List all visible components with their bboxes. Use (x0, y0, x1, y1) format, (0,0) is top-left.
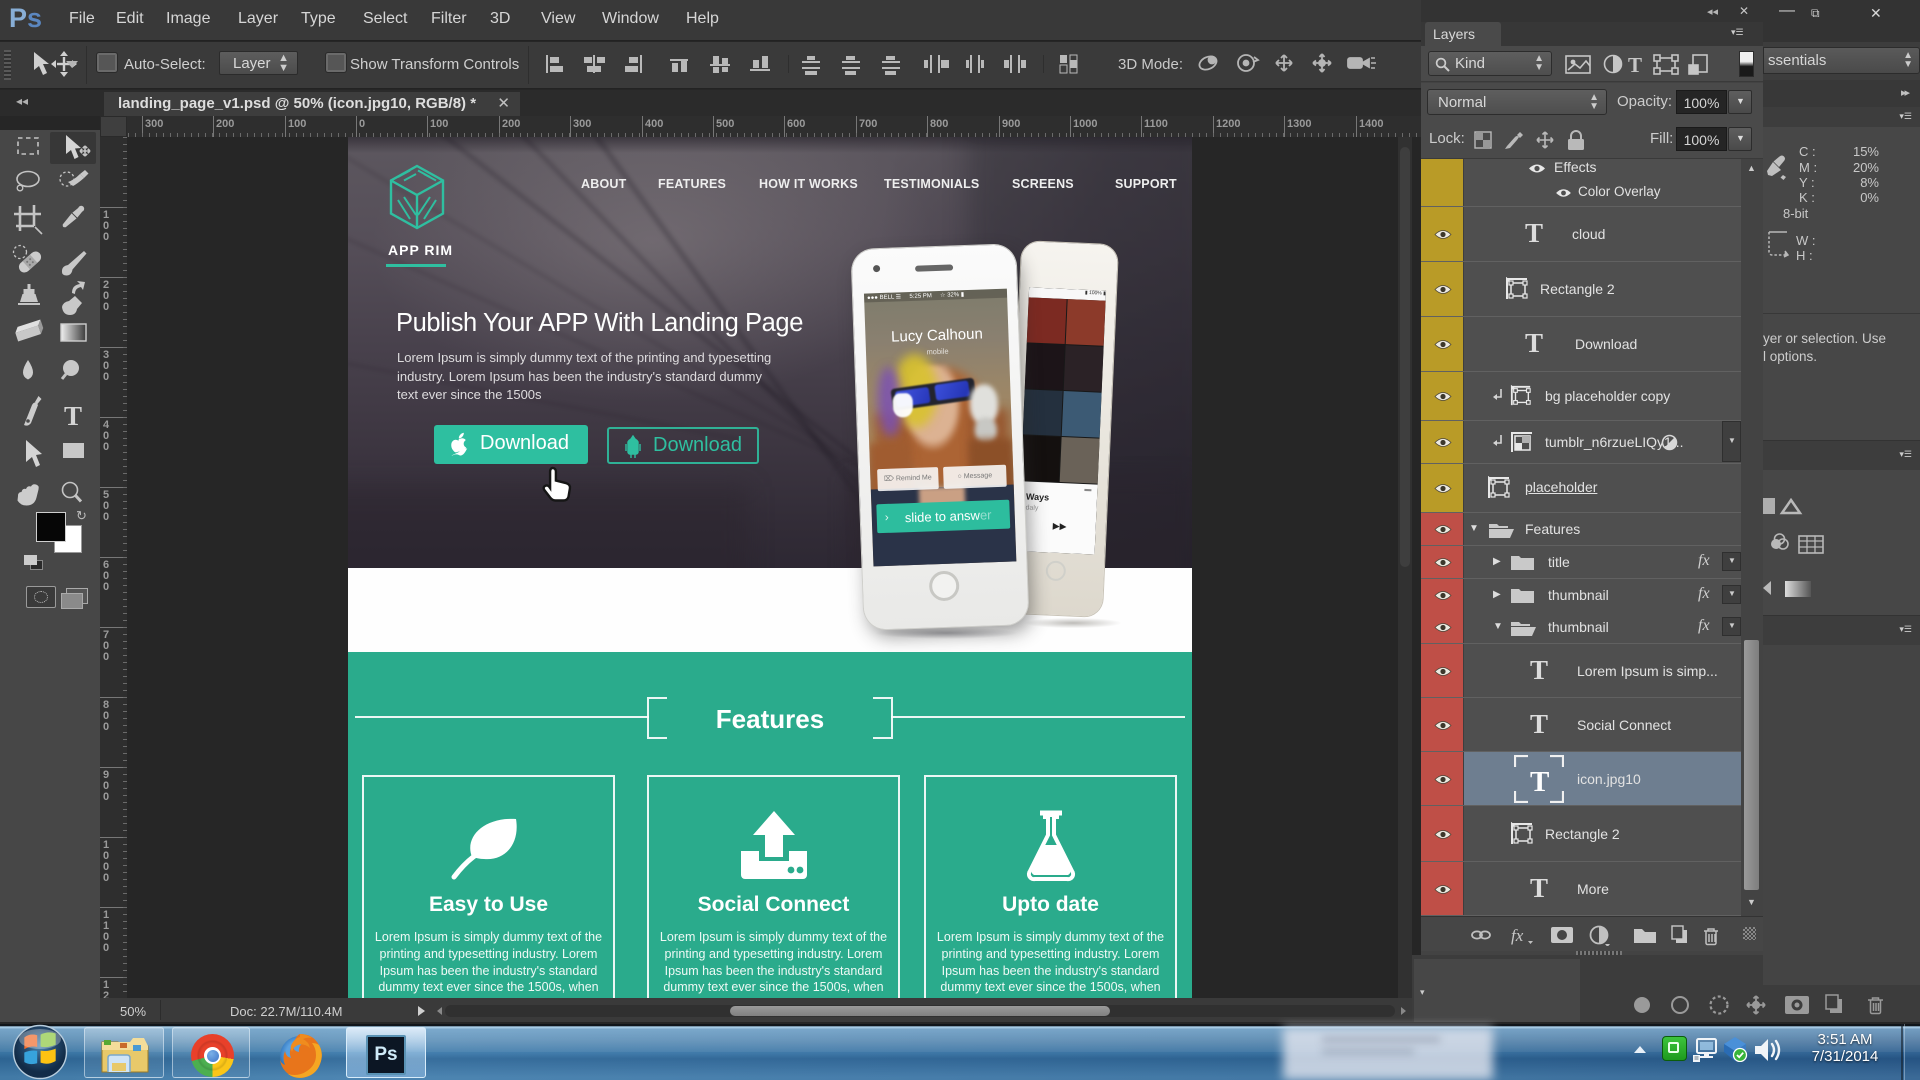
svg-text:T: T (64, 401, 82, 431)
svg-text:T: T (1628, 53, 1642, 76)
svg-text:T: T (1530, 766, 1549, 798)
svg-text:fx: fx (1511, 926, 1524, 945)
